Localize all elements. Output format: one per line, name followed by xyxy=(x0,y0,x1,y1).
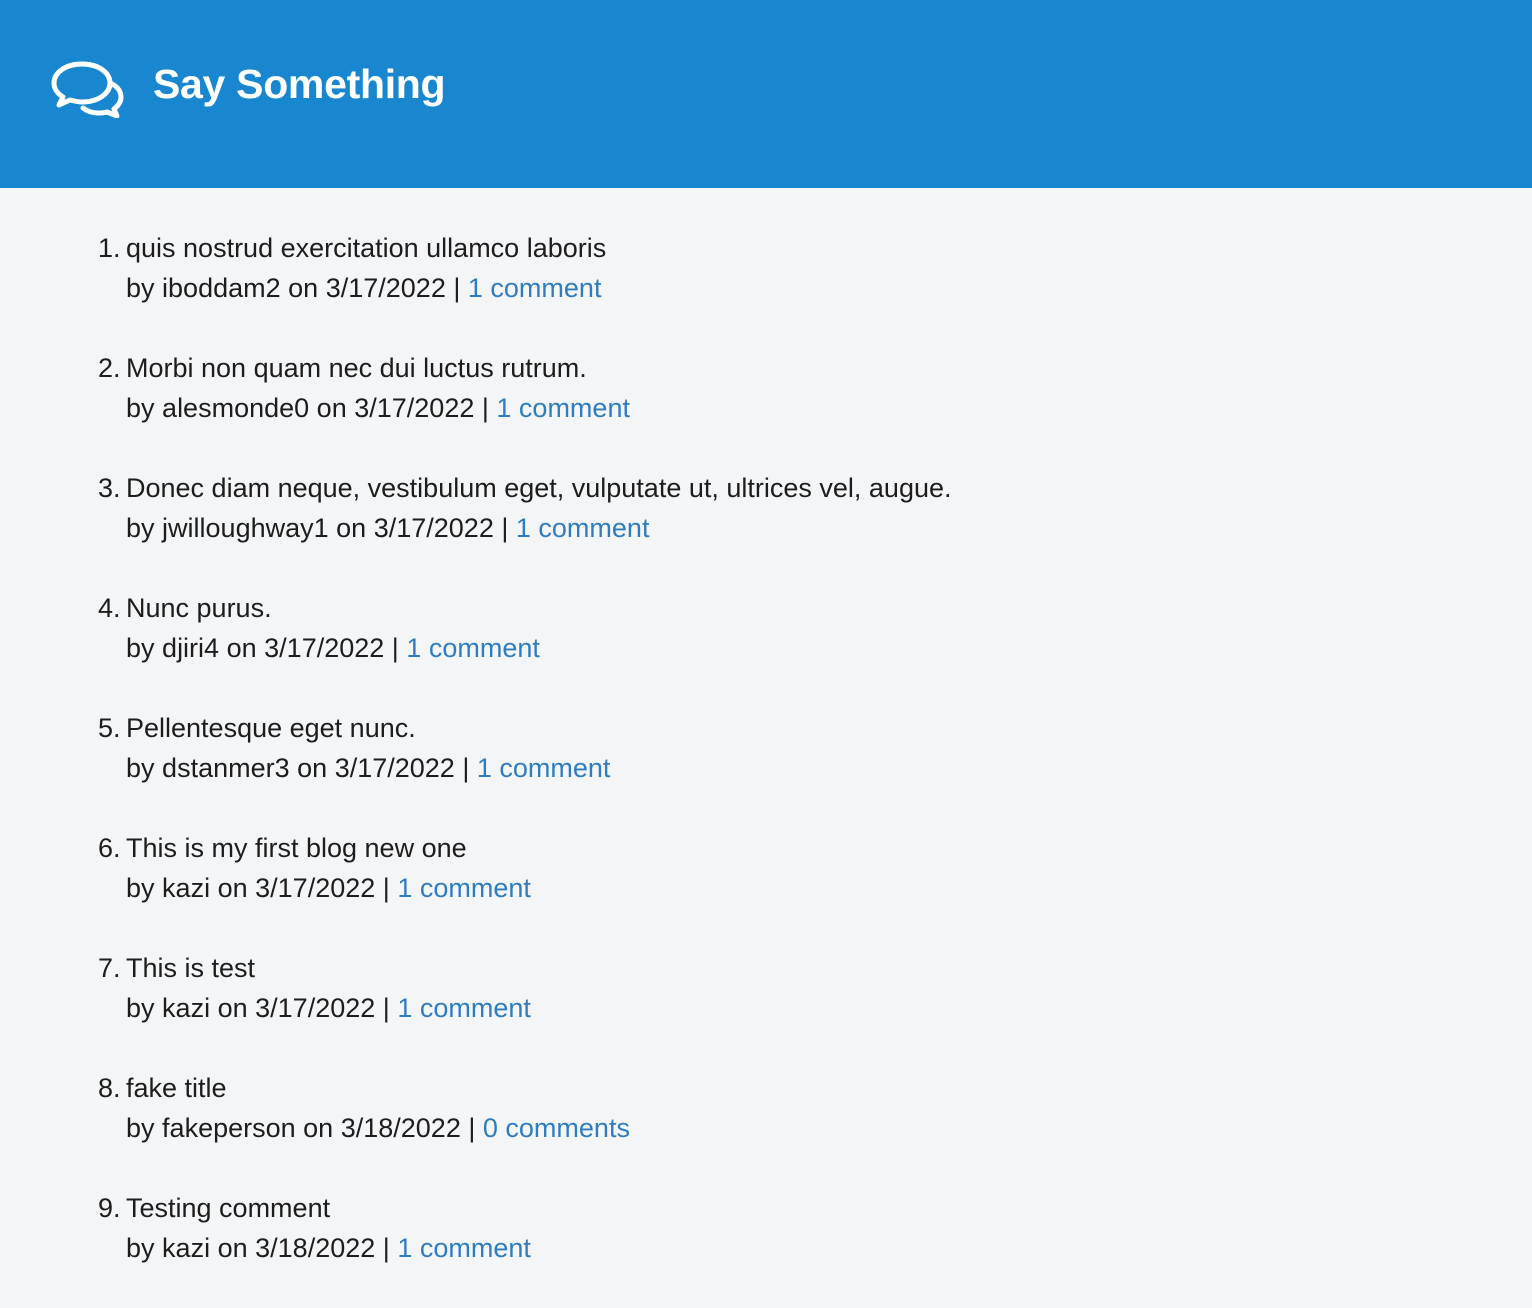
by-label: by xyxy=(126,873,155,903)
post-author: kazi xyxy=(162,1233,211,1263)
post-author: alesmonde0 xyxy=(162,393,310,423)
post-meta: by alesmonde0 on 3/17/2022 | 1 comment xyxy=(126,388,630,428)
post-item: 1. quis nostrud exercitation ullamco lab… xyxy=(0,228,1200,348)
comments-link[interactable]: 1 comment xyxy=(468,273,602,303)
meta-separator: | xyxy=(382,873,390,903)
post-title[interactable]: Morbi non quam nec dui luctus rutrum. xyxy=(126,348,587,388)
post-meta: by fakeperson on 3/18/2022 | 0 comments xyxy=(126,1108,630,1148)
post-title[interactable]: Nunc purus. xyxy=(126,588,272,628)
meta-separator: | xyxy=(382,1233,390,1263)
post-item: 8. fake title by fakeperson on 3/18/2022… xyxy=(0,1068,1200,1188)
post-author: iboddam2 xyxy=(162,273,281,303)
on-label: on xyxy=(226,633,257,663)
comments-link[interactable]: 1 comment xyxy=(397,873,531,903)
post-date: 3/17/2022 xyxy=(255,993,376,1023)
post-meta: by jwilloughway1 on 3/17/2022 | 1 commen… xyxy=(126,508,649,548)
post-number: 9. xyxy=(98,1193,121,1223)
by-label: by xyxy=(126,753,155,783)
comments-link[interactable]: 1 comment xyxy=(477,753,611,783)
post-date: 3/17/2022 xyxy=(354,393,475,423)
meta-separator: | xyxy=(391,633,399,663)
post-author: dstanmer3 xyxy=(162,753,290,783)
post-item: 5. Pellentesque eget nunc. by dstanmer3 … xyxy=(0,708,1200,828)
by-label: by xyxy=(126,513,155,543)
meta-separator: | xyxy=(501,513,509,543)
post-item: 6. This is my first blog new one by kazi… xyxy=(0,828,1200,948)
post-meta: by djiri4 on 3/17/2022 | 1 comment xyxy=(126,628,540,668)
by-label: by xyxy=(126,1233,155,1263)
meta-separator: | xyxy=(382,993,390,1023)
on-label: on xyxy=(316,393,347,423)
meta-separator: | xyxy=(453,273,461,303)
on-label: on xyxy=(217,1233,248,1263)
comments-link[interactable]: 1 comment xyxy=(397,1233,531,1263)
post-meta: by dstanmer3 on 3/17/2022 | 1 comment xyxy=(126,748,610,788)
post-item: 4. Nunc purus. by djiri4 on 3/17/2022 | … xyxy=(0,588,1200,708)
site-title[interactable]: Say Something xyxy=(153,58,446,110)
post-author: jwilloughway1 xyxy=(162,513,329,543)
comments-link[interactable]: 1 comment xyxy=(397,993,531,1023)
post-title[interactable]: Pellentesque eget nunc. xyxy=(126,708,416,748)
post-item: 2. Morbi non quam nec dui luctus rutrum.… xyxy=(0,348,1200,468)
post-author: kazi xyxy=(162,993,211,1023)
post-date: 3/18/2022 xyxy=(340,1113,461,1143)
comments-link[interactable]: 0 comments xyxy=(483,1113,630,1143)
by-label: by xyxy=(126,273,155,303)
meta-separator: | xyxy=(468,1113,476,1143)
by-label: by xyxy=(126,993,155,1023)
by-label: by xyxy=(126,393,155,423)
post-item: 3. Donec diam neque, vestibulum eget, vu… xyxy=(0,468,1200,588)
by-label: by xyxy=(126,1113,155,1143)
on-label: on xyxy=(303,1113,334,1143)
post-date: 3/17/2022 xyxy=(325,273,446,303)
meta-separator: | xyxy=(481,393,489,423)
post-author: djiri4 xyxy=(162,633,220,663)
post-number: 5. xyxy=(98,713,121,743)
post-title[interactable]: quis nostrud exercitation ullamco labori… xyxy=(126,228,606,268)
on-label: on xyxy=(336,513,367,543)
post-number: 2. xyxy=(98,353,121,383)
post-number: 4. xyxy=(98,593,121,623)
post-number: 1. xyxy=(98,233,121,263)
post-number: 8. xyxy=(98,1073,121,1103)
comments-link[interactable]: 1 comment xyxy=(516,513,650,543)
post-date: 3/17/2022 xyxy=(255,873,376,903)
comments-link[interactable]: 1 comment xyxy=(496,393,630,423)
post-number: 6. xyxy=(98,833,121,863)
on-label: on xyxy=(217,873,248,903)
post-date: 3/18/2022 xyxy=(255,1233,376,1263)
speech-bubbles-icon[interactable] xyxy=(50,60,124,118)
post-item: 9. Testing comment by kazi on 3/18/2022 … xyxy=(0,1188,1200,1308)
site-header: Say Something xyxy=(0,0,1532,188)
comments-link[interactable]: 1 comment xyxy=(406,633,540,663)
post-title[interactable]: Testing comment xyxy=(126,1188,330,1228)
post-meta: by kazi on 3/17/2022 | 1 comment xyxy=(126,868,531,908)
post-title[interactable]: This is my first blog new one xyxy=(126,828,467,868)
meta-separator: | xyxy=(462,753,470,783)
post-author: fakeperson xyxy=(162,1113,296,1143)
post-title[interactable]: Donec diam neque, vestibulum eget, vulpu… xyxy=(126,468,952,508)
post-item: 7. This is test by kazi on 3/17/2022 | 1… xyxy=(0,948,1200,1068)
post-meta: by kazi on 3/17/2022 | 1 comment xyxy=(126,988,531,1028)
on-label: on xyxy=(217,993,248,1023)
post-date: 3/17/2022 xyxy=(334,753,455,783)
post-number: 7. xyxy=(98,953,121,983)
post-title[interactable]: This is test xyxy=(126,948,255,988)
post-date: 3/17/2022 xyxy=(264,633,385,663)
on-label: on xyxy=(297,753,328,783)
post-list: 1. quis nostrud exercitation ullamco lab… xyxy=(0,228,1200,1308)
post-title[interactable]: fake title xyxy=(126,1068,227,1108)
post-number: 3. xyxy=(98,473,121,503)
post-meta: by kazi on 3/18/2022 | 1 comment xyxy=(126,1228,531,1268)
post-date: 3/17/2022 xyxy=(373,513,494,543)
post-meta: by iboddam2 on 3/17/2022 | 1 comment xyxy=(126,268,601,308)
on-label: on xyxy=(288,273,319,303)
post-author: kazi xyxy=(162,873,211,903)
by-label: by xyxy=(126,633,155,663)
